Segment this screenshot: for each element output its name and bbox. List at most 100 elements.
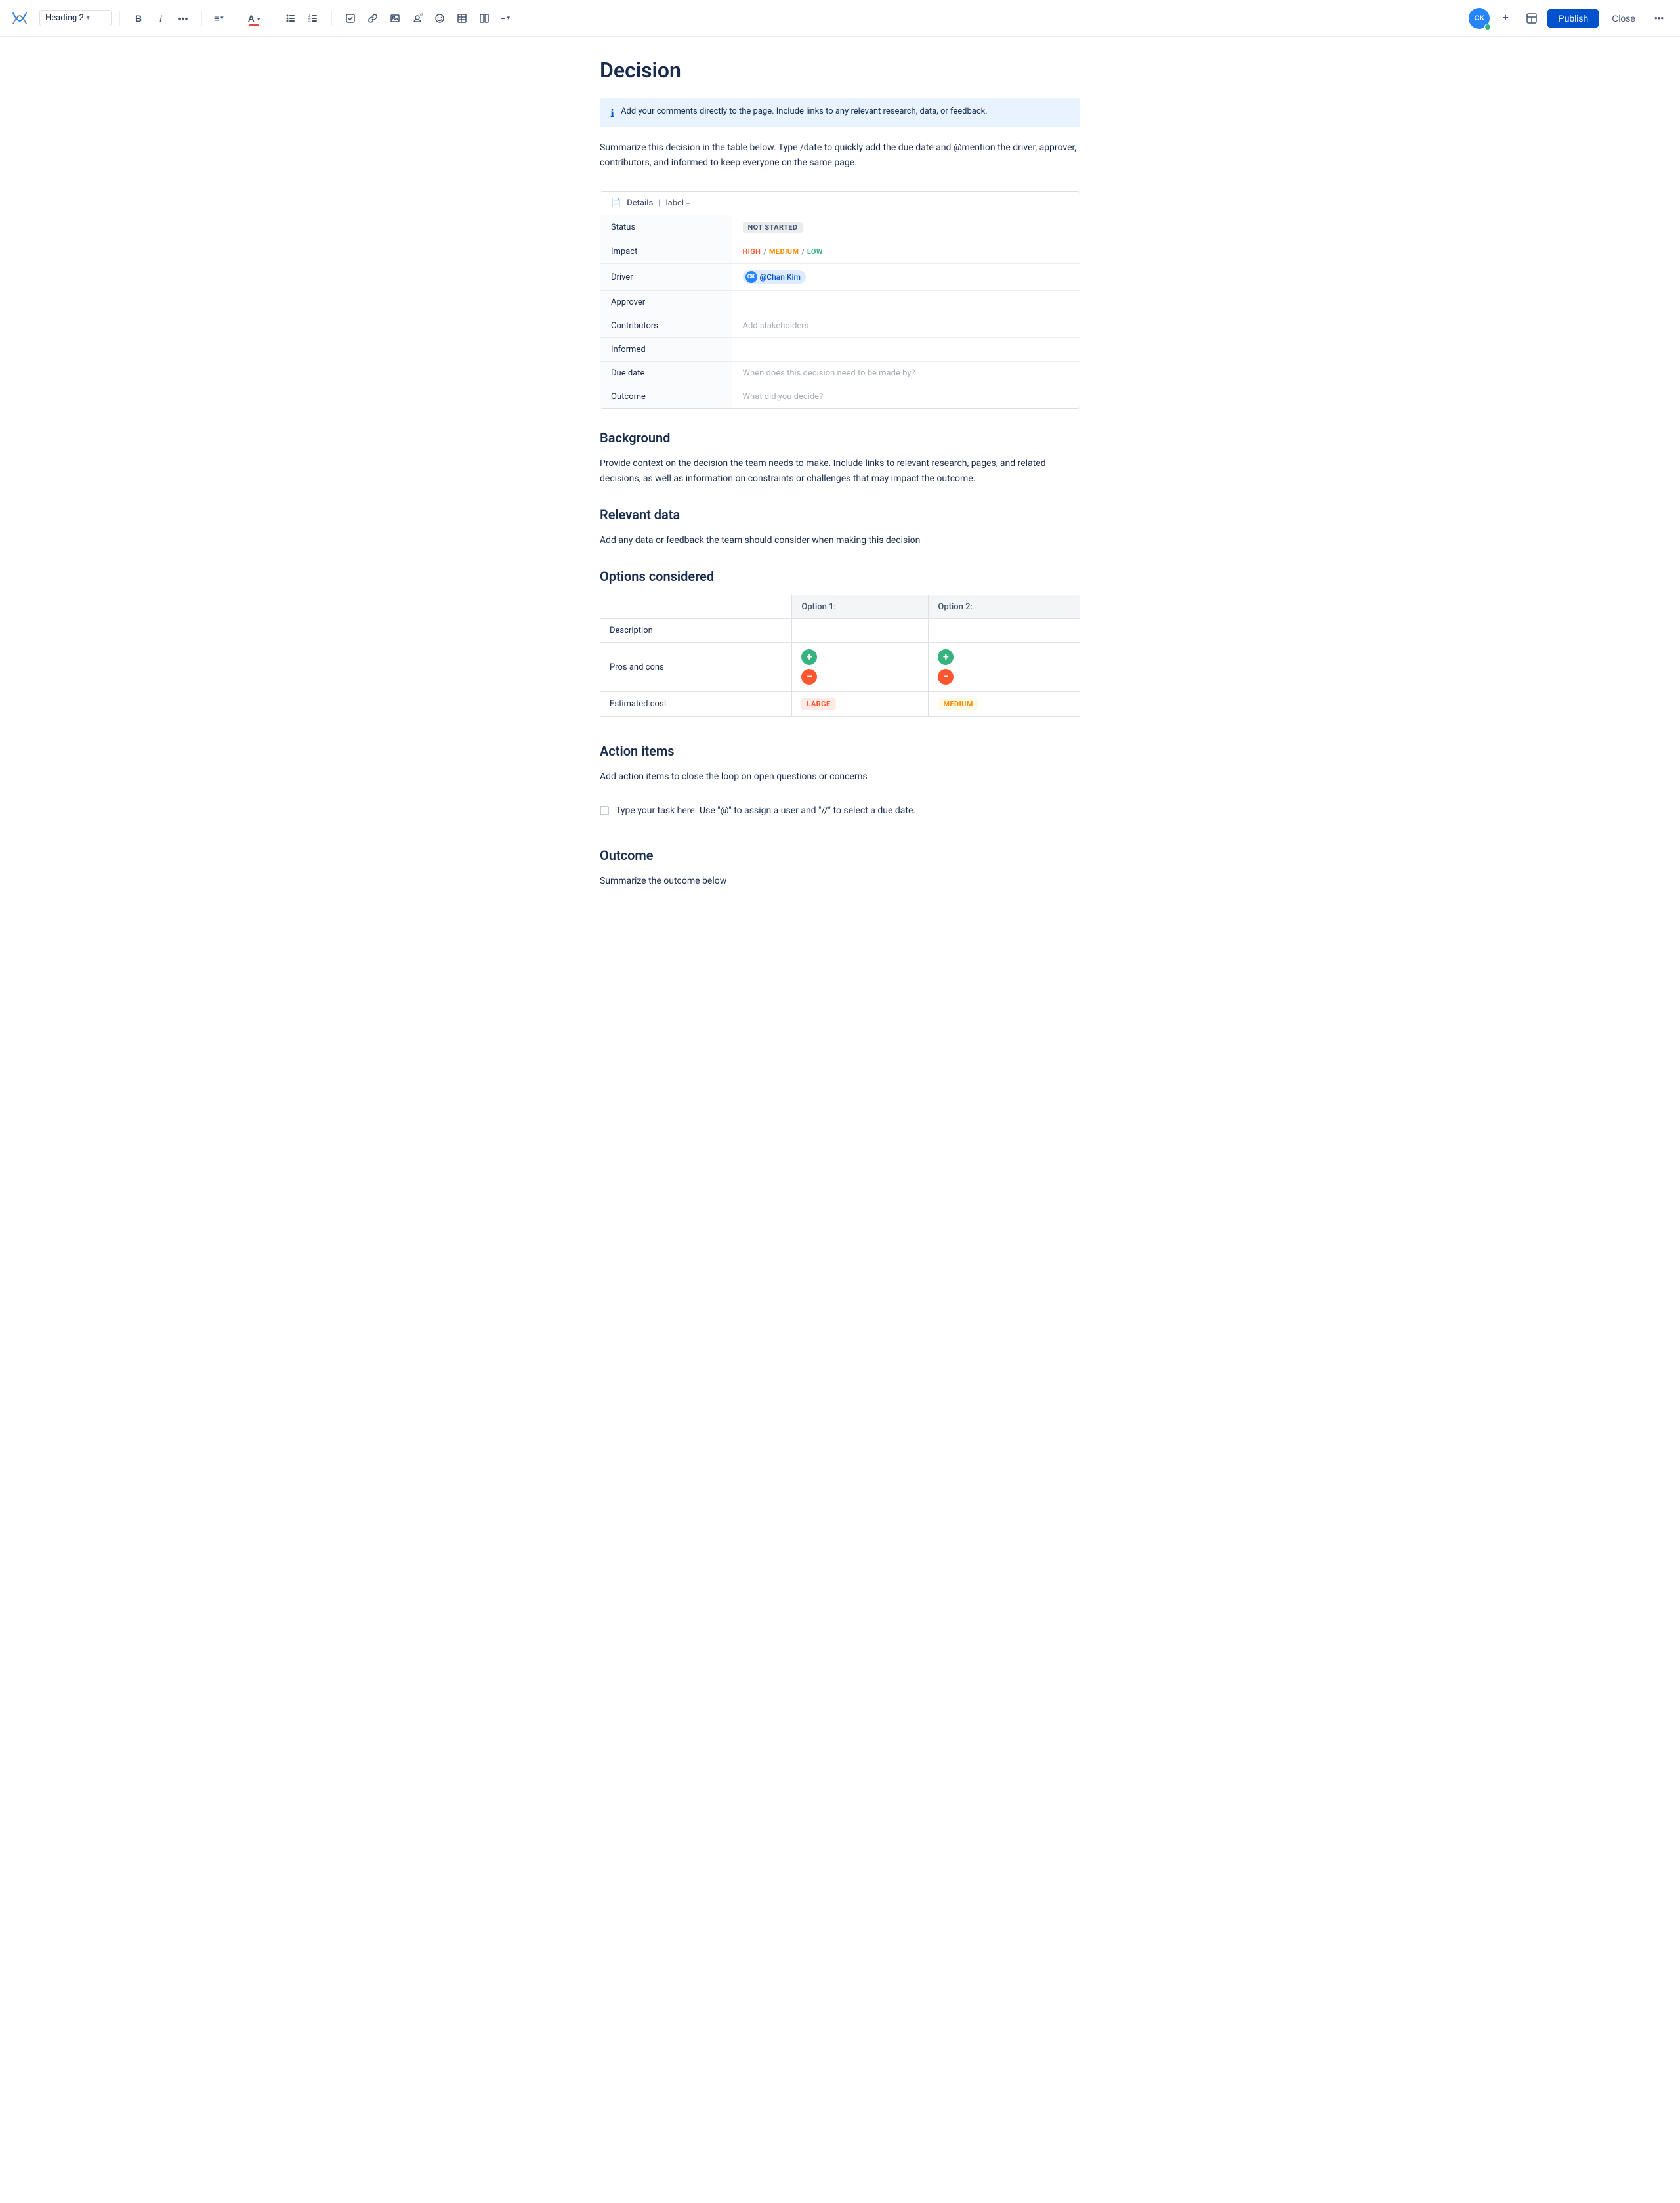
- user-avatar-button[interactable]: CK: [1469, 8, 1490, 29]
- details-table: Status NOT STARTED Impact HIGH / MEDIUM …: [600, 215, 1080, 408]
- bullet-list-icon: [285, 13, 296, 24]
- duedate-placeholder: When does this decision need to be made …: [743, 368, 915, 378]
- row-label-driver: Driver: [600, 264, 732, 291]
- align-icon: ≡: [214, 13, 219, 24]
- insert-more-button[interactable]: + ▾: [496, 8, 514, 29]
- impact-medium: MEDIUM: [769, 247, 799, 256]
- relevant-data-text[interactable]: Add any data or feedback the team should…: [600, 533, 1080, 547]
- numbered-list-button[interactable]: 1. 2. 3.: [303, 8, 324, 29]
- table-row: Informed: [600, 338, 1080, 362]
- heading-selector[interactable]: Heading 2 ▾: [39, 10, 112, 26]
- task-placeholder[interactable]: Type your task here. Use "@" to assign a…: [616, 805, 915, 816]
- align-chevron-icon: ▾: [220, 14, 224, 22]
- options-table: Option 1: Option 2: Description Pros and…: [600, 595, 1080, 717]
- row-value-contributors[interactable]: Add stakeholders: [732, 314, 1080, 338]
- details-header-suffix: label =: [665, 198, 690, 208]
- cost-badge-large: LARGE: [801, 698, 835, 710]
- options-description-opt2[interactable]: [929, 619, 1080, 643]
- more-options-button[interactable]: •••: [1648, 8, 1670, 29]
- italic-button[interactable]: I: [150, 8, 171, 29]
- row-value-status[interactable]: NOT STARTED: [732, 215, 1080, 240]
- task-button[interactable]: [340, 8, 361, 29]
- more-options-icon: •••: [1654, 13, 1664, 23]
- options-proscons-opt2[interactable]: + −: [929, 643, 1080, 692]
- table-row: Description: [600, 619, 1080, 643]
- row-value-outcome-detail[interactable]: What did you decide?: [732, 385, 1080, 409]
- impact-sep-2: /: [801, 247, 805, 256]
- impact-sep-1: /: [763, 247, 766, 256]
- details-header-icon: 📄: [611, 198, 621, 208]
- toolbar-divider-2: [201, 11, 202, 26]
- options-col-label: [600, 595, 792, 619]
- impact-high: HIGH: [743, 247, 761, 256]
- impact-row: HIGH / MEDIUM / LOW: [743, 247, 1070, 256]
- mention-button[interactable]: @: [407, 8, 428, 29]
- link-button[interactable]: [362, 8, 383, 29]
- table-row: Driver CK @Chan Kim: [600, 264, 1080, 291]
- row-value-approver[interactable]: [732, 291, 1080, 314]
- text-color-button[interactable]: A ▾: [244, 8, 264, 29]
- options-cost-opt1[interactable]: LARGE: [792, 692, 929, 717]
- row-value-duedate[interactable]: When does this decision need to be made …: [732, 362, 1080, 385]
- text-color-chevron-icon: ▾: [257, 16, 261, 23]
- columns-button[interactable]: [474, 8, 495, 29]
- row-value-driver[interactable]: CK @Chan Kim: [732, 264, 1080, 291]
- more-format-button[interactable]: •••: [173, 8, 194, 29]
- plus-icon-opt2: +: [938, 649, 954, 665]
- close-button[interactable]: Close: [1604, 9, 1643, 28]
- logo[interactable]: [10, 9, 29, 28]
- task-item[interactable]: Type your task here. Use "@" to assign a…: [600, 800, 1080, 821]
- insert-chevron-icon: ▾: [507, 14, 511, 22]
- add-user-button[interactable]: +: [1495, 8, 1516, 29]
- options-description-opt1[interactable]: [792, 619, 929, 643]
- options-header-row: Option 1: Option 2:: [600, 595, 1080, 619]
- template-button[interactable]: [1521, 8, 1542, 29]
- media-icon: [390, 13, 400, 24]
- outcome-text[interactable]: Summarize the outcome below: [600, 874, 1080, 888]
- plus-icon-opt1: +: [801, 649, 817, 665]
- details-header-label: Details: [627, 198, 653, 208]
- relevant-data-heading: Relevant data: [600, 507, 1080, 525]
- table-button[interactable]: [452, 8, 472, 29]
- row-value-impact[interactable]: HIGH / MEDIUM / LOW: [732, 240, 1080, 264]
- text-format-group: B I •••: [128, 8, 194, 29]
- media-button[interactable]: [385, 8, 406, 29]
- bold-button[interactable]: B: [128, 8, 149, 29]
- content-area: Decision ℹ Add your comments directly to…: [584, 37, 1096, 956]
- driver-avatar: CK: [746, 271, 757, 283]
- publish-button[interactable]: Publish: [1547, 9, 1599, 28]
- details-header: 📄 Details | label =: [600, 192, 1080, 215]
- columns-icon: [479, 13, 490, 24]
- page-title[interactable]: Decision: [600, 58, 1080, 83]
- align-button[interactable]: ≡ ▾: [210, 8, 228, 29]
- options-heading: Options considered: [600, 568, 1080, 587]
- task-checkbox[interactable]: [600, 806, 609, 815]
- options-cost-opt2[interactable]: MEDIUM: [929, 692, 1080, 717]
- toolbar-right: CK + Publish Close •••: [1469, 8, 1670, 29]
- options-proscons-opt1[interactable]: + −: [792, 643, 929, 692]
- intro-text: Summarize this decision in the table bel…: [600, 140, 1080, 170]
- table-row: Impact HIGH / MEDIUM / LOW: [600, 240, 1080, 264]
- info-icon: ℹ: [610, 107, 614, 119]
- table-row: Estimated cost LARGE MEDIUM: [600, 692, 1080, 717]
- options-col-1: Option 1:: [792, 595, 929, 619]
- options-col-2: Option 2:: [929, 595, 1080, 619]
- info-banner: ℹ Add your comments directly to the page…: [600, 98, 1080, 127]
- emoji-button[interactable]: [429, 8, 450, 29]
- add-user-icon: +: [1503, 12, 1509, 24]
- svg-text:@: @: [420, 13, 423, 17]
- minus-icon-opt1: −: [801, 669, 817, 685]
- task-icon: [345, 13, 356, 24]
- bullet-list-button[interactable]: [280, 8, 301, 29]
- row-label-status: Status: [600, 215, 732, 240]
- driver-mention[interactable]: CK @Chan Kim: [743, 270, 807, 284]
- outcome-heading: Outcome: [600, 847, 1080, 866]
- toolbar-divider-1: [119, 11, 120, 26]
- action-items-text: Add action items to close the loop on op…: [600, 769, 1080, 784]
- text-color-icon: A: [248, 13, 255, 24]
- table-row: Contributors Add stakeholders: [600, 314, 1080, 338]
- row-value-informed[interactable]: [732, 338, 1080, 362]
- text-color-bar: [249, 24, 259, 26]
- background-text[interactable]: Provide context on the decision the team…: [600, 456, 1080, 486]
- row-label-impact: Impact: [600, 240, 732, 264]
